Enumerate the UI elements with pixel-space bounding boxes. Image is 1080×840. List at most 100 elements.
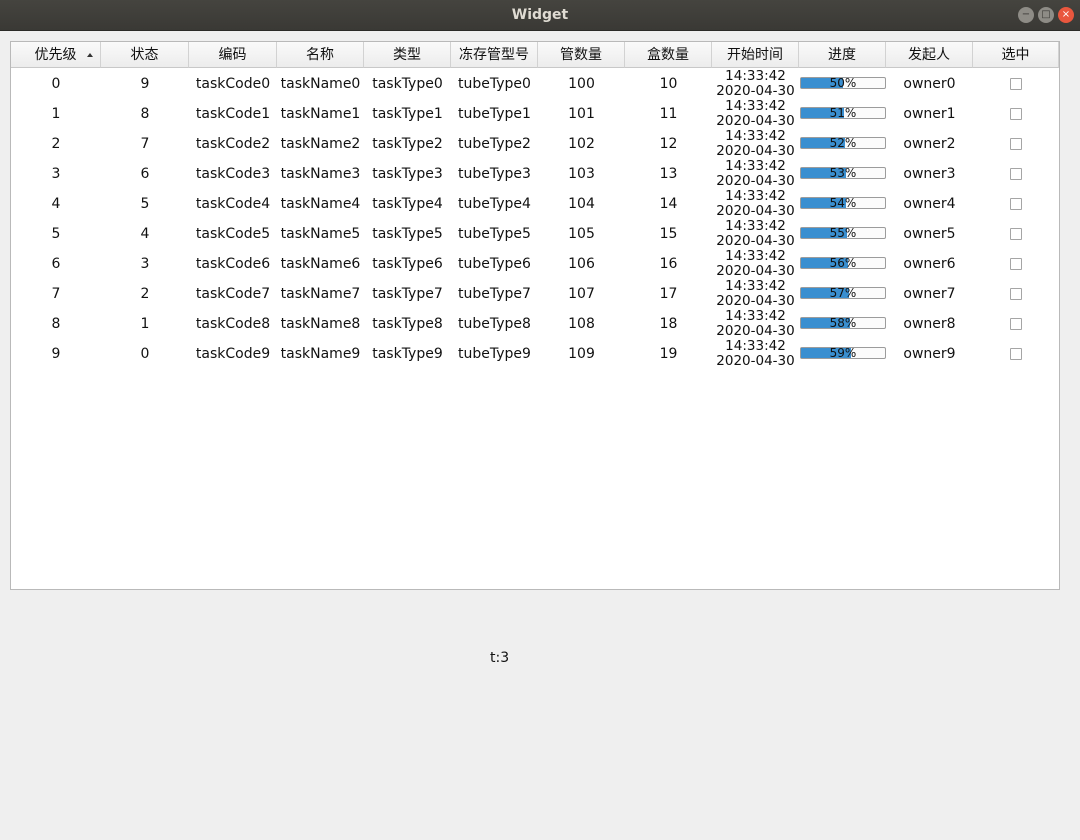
cell-status: 7 [140, 136, 150, 152]
select-checkbox[interactable] [1010, 258, 1022, 270]
cell-selected [973, 339, 1059, 369]
header-col-start-time[interactable]: 开始时间 [712, 42, 799, 68]
select-checkbox[interactable] [1010, 198, 1022, 210]
cell-tube-count: 101 [568, 106, 595, 122]
table-row[interactable]: 3 6 taskCode3 taskName3 taskType3 tubeType3 10… [11, 159, 1059, 189]
cell-tube-type: tubeType6 [458, 256, 531, 272]
table-row[interactable]: 7 2 taskCode7 taskName7 taskType7 tubeType7 10… [11, 279, 1059, 309]
cell-owner: owner4 [903, 196, 956, 212]
cell-progress: 59% [799, 339, 886, 369]
cell-priority: 0 [51, 76, 61, 92]
header-col-tube-count[interactable]: 管数量 [538, 42, 625, 68]
cell-box-count: 18 [659, 316, 678, 332]
progress-text: 54% [829, 196, 857, 210]
cell-status: 5 [140, 196, 150, 212]
cell-selected [973, 69, 1059, 99]
cell-tube-type: tubeType3 [458, 166, 531, 182]
select-checkbox[interactable] [1010, 108, 1022, 120]
progress-bar: 50% [800, 76, 886, 90]
header-col-progress[interactable]: 进度 [799, 42, 886, 68]
cell-type: taskType4 [372, 196, 443, 212]
progress-bar: 57% [800, 286, 886, 300]
select-checkbox[interactable] [1010, 288, 1022, 300]
cell-owner: owner1 [903, 106, 956, 122]
cell-status: 1 [140, 316, 150, 332]
start-time-text: 14:33:42 [725, 99, 786, 114]
cell-tube-count: 106 [568, 256, 595, 272]
start-date-text: 2020-04-30 [716, 203, 795, 219]
start-date-text: 2020-04-30 [716, 113, 795, 129]
maximize-button[interactable]: □ [1038, 7, 1054, 23]
cell-status: 9 [140, 76, 150, 92]
task-table[interactable]: 优先级 状态 编码 名称 类型 冻存管型号 管数量 盒数量 开始时间 进度 发起人 选中 0 9 task… [10, 41, 1060, 590]
cell-selected [973, 99, 1059, 129]
cell-box-count: 11 [659, 106, 678, 122]
cell-start-time: 14:33:42 2020-04-30 [712, 99, 799, 129]
cell-progress: 55% [799, 219, 886, 249]
minimize-button[interactable]: − [1018, 7, 1034, 23]
select-checkbox[interactable] [1010, 78, 1022, 90]
cell-priority: 8 [51, 316, 61, 332]
cell-name: taskName5 [280, 226, 361, 242]
cell-box-count: 17 [659, 286, 678, 302]
header-col-selected[interactable]: 选中 [973, 42, 1059, 68]
cell-type: taskType9 [372, 346, 443, 362]
cell-selected [973, 279, 1059, 309]
start-time-text: 14:33:42 [725, 249, 786, 264]
start-time-text: 14:33:42 [725, 219, 786, 234]
close-button[interactable]: × [1058, 7, 1074, 23]
header-col-tube-type[interactable]: 冻存管型号 [451, 42, 538, 68]
cell-name: taskName8 [280, 316, 361, 332]
header-col-priority[interactable]: 优先级 [11, 42, 101, 68]
cell-type: taskType8 [372, 316, 443, 332]
select-checkbox[interactable] [1010, 228, 1022, 240]
header-col-name[interactable]: 名称 [277, 42, 364, 68]
table-row[interactable]: 6 3 taskCode6 taskName6 taskType6 tubeType6 10… [11, 249, 1059, 279]
header-col-type[interactable]: 类型 [364, 42, 451, 68]
header-label: 选中 [1001, 47, 1030, 63]
header-label: 发起人 [908, 47, 950, 63]
header-label: 进度 [828, 47, 856, 63]
table-row[interactable]: 2 7 taskCode2 taskName2 taskType2 tubeType2 10… [11, 129, 1059, 159]
select-checkbox[interactable] [1010, 138, 1022, 150]
cell-selected [973, 159, 1059, 189]
progress-bar: 58% [800, 316, 886, 330]
title-bar[interactable]: Widget − □ × [0, 0, 1080, 31]
cell-tube-count: 107 [568, 286, 595, 302]
cell-type: taskType0 [372, 76, 443, 92]
cell-tube-count: 104 [568, 196, 595, 212]
cell-code: taskCode8 [195, 316, 271, 332]
table-row[interactable]: 1 8 taskCode1 taskName1 taskType1 tubeType1 10… [11, 99, 1059, 129]
select-checkbox[interactable] [1010, 168, 1022, 180]
header-col-box-count[interactable]: 盒数量 [625, 42, 712, 68]
select-checkbox[interactable] [1010, 318, 1022, 330]
progress-bar: 54% [800, 196, 886, 210]
table-row[interactable]: 5 4 taskCode5 taskName5 taskType5 tubeType5 10… [11, 219, 1059, 249]
cell-type: taskType6 [372, 256, 443, 272]
status-label: t:3 [490, 650, 510, 666]
select-checkbox[interactable] [1010, 348, 1022, 360]
cell-selected [973, 219, 1059, 249]
cell-tube-count: 102 [568, 136, 595, 152]
cell-owner: owner9 [903, 346, 956, 362]
header-col-status[interactable]: 状态 [101, 42, 189, 68]
start-time-text: 14:33:42 [725, 309, 786, 324]
start-date-text: 2020-04-30 [716, 263, 795, 279]
progress-bar: 55% [800, 226, 886, 240]
table-row[interactable]: 9 0 taskCode9 taskName9 taskType9 tubeType9 10… [11, 339, 1059, 369]
cell-tube-count: 105 [568, 226, 595, 242]
cell-start-time: 14:33:42 2020-04-30 [712, 309, 799, 339]
cell-tube-type: tubeType2 [458, 136, 531, 152]
progress-bar: 52% [800, 136, 886, 150]
header-label: 优先级 [34, 47, 77, 63]
table-row[interactable]: 0 9 taskCode0 taskName0 taskType0 tubeType0 10… [11, 69, 1059, 99]
cell-status: 3 [140, 256, 150, 272]
table-row[interactable]: 8 1 taskCode8 taskName8 taskType8 tubeType8 10… [11, 309, 1059, 339]
header-label: 冻存管型号 [459, 47, 529, 63]
header-col-code[interactable]: 编码 [189, 42, 277, 68]
start-date-text: 2020-04-30 [716, 353, 795, 369]
table-row[interactable]: 4 5 taskCode4 taskName4 taskType4 tubeType4 10… [11, 189, 1059, 219]
start-date-text: 2020-04-30 [716, 293, 795, 309]
cell-start-time: 14:33:42 2020-04-30 [712, 129, 799, 159]
header-col-owner[interactable]: 发起人 [886, 42, 973, 68]
